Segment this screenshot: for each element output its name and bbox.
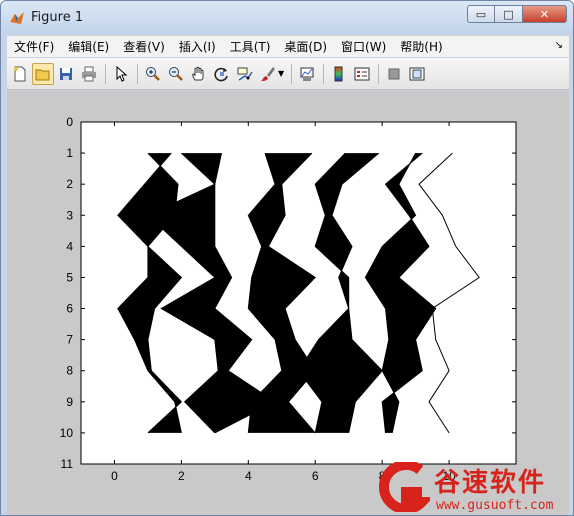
print-button[interactable] [78, 63, 100, 85]
y-tick-label: 8 [66, 364, 73, 378]
minimize-icon: ▭ [475, 7, 487, 21]
watermark-brand: 谷速软件 [434, 468, 547, 498]
minimize-button[interactable]: ▭ [467, 5, 495, 23]
y-tick-label: 1 [66, 146, 73, 160]
show-plot-tools-button[interactable] [406, 63, 428, 85]
hide-plot-tools-icon [388, 68, 400, 79]
watermark: 谷速软件 www.gusuoft.com [376, 458, 574, 516]
figure-canvas: 0 2 4 6 8 10 0 1 2 3 4 5 6 7 8 9 10 11 [7, 91, 569, 516]
pointer-icon [116, 65, 128, 82]
y-tick-label: 6 [66, 302, 73, 316]
x-tick-label: 6 [312, 469, 319, 483]
data-cursor-button[interactable] [234, 63, 256, 85]
y-tick-label: 5 [66, 270, 73, 284]
figure-window: Figure 1 ▭ □ ✕ 文件(F) 编辑(E) 查看(V) 插入(I) 工… [0, 0, 574, 516]
link-plot-button[interactable] [296, 63, 318, 85]
open-file-button[interactable] [32, 62, 54, 85]
y-tick-label: 10 [60, 426, 74, 440]
print-icon [82, 66, 96, 81]
watermark-domain: www.gusuoft.com [436, 498, 554, 513]
brush-icon [261, 66, 275, 81]
legend-icon [354, 67, 370, 80]
pan-button[interactable] [188, 63, 210, 85]
gusu-logo-icon [378, 462, 430, 512]
colorbar-icon [334, 66, 343, 81]
window-title: Figure 1 [31, 10, 84, 25]
x-tick-label: 2 [178, 469, 185, 483]
rotate-3d-button[interactable] [211, 63, 233, 85]
y-tick-label: 7 [66, 333, 73, 347]
menu-window[interactable]: 窗口(W) [334, 38, 393, 55]
legend-button[interactable] [351, 63, 373, 85]
link-plot-icon [300, 67, 314, 81]
pan-icon [192, 66, 204, 80]
close-icon: ✕ [539, 7, 550, 21]
matlab-logo-icon [10, 12, 24, 24]
toolbar-separator [323, 63, 325, 84]
y-tick-label: 3 [66, 208, 73, 222]
x-tick-label: 4 [245, 469, 252, 483]
zoom-in-icon [146, 66, 160, 81]
toolbar-separator [137, 63, 138, 84]
data-cursor-icon [237, 67, 253, 81]
menu-help[interactable]: 帮助(H) [393, 38, 449, 55]
plot-axes[interactable]: 0 2 4 6 8 1001234567891011 [7, 91, 569, 516]
close-button[interactable]: ✕ [523, 5, 567, 23]
hide-plot-tools-button[interactable] [383, 63, 405, 85]
show-plot-tools-icon [409, 67, 425, 80]
zoom-out-button[interactable] [165, 63, 187, 85]
menu-desktop[interactable]: 桌面(D) [277, 38, 334, 55]
open-file-icon [35, 69, 50, 80]
y-tick-label: 0 [66, 115, 73, 129]
title-bar[interactable]: Figure 1 ▭ □ ✕ [1, 1, 573, 35]
save-button[interactable] [55, 63, 77, 85]
brush-button[interactable] [257, 63, 279, 85]
maximize-icon: □ [503, 7, 514, 21]
y-tick-label: 9 [66, 395, 73, 409]
menu-tools[interactable]: 工具(T) [223, 38, 278, 55]
zoom-out-icon [169, 66, 183, 81]
figure-toolbar: ▼ [7, 58, 569, 90]
x-tick-label: 0 [111, 469, 118, 483]
new-figure-button[interactable] [9, 63, 31, 85]
menu-file[interactable]: 文件(F) [7, 38, 61, 55]
y-tick-label: 11 [61, 457, 74, 471]
maximize-button[interactable]: □ [495, 5, 523, 23]
pointer-button[interactable] [110, 63, 132, 85]
menu-edit[interactable]: 编辑(E) [61, 38, 116, 55]
brush-dropdown-icon[interactable]: ▼ [278, 69, 284, 78]
toolbar-separator [291, 63, 293, 84]
save-icon [60, 67, 72, 80]
colorbar-button[interactable] [328, 63, 350, 85]
rotate-3d-icon [214, 67, 228, 81]
menu-bar: 文件(F) 编辑(E) 查看(V) 插入(I) 工具(T) 桌面(D) 窗口(W… [7, 35, 569, 57]
zoom-in-button[interactable] [142, 63, 164, 85]
menu-overflow-icon[interactable]: ↘ [555, 40, 563, 51]
toolbar-separator [105, 63, 106, 84]
toolbar-separator [378, 63, 380, 84]
y-tick-label: 4 [66, 239, 73, 253]
new-figure-icon [14, 66, 26, 81]
y-tick-label: 2 [66, 177, 73, 191]
menu-insert[interactable]: 插入(I) [172, 38, 223, 55]
menu-view[interactable]: 查看(V) [116, 38, 172, 55]
